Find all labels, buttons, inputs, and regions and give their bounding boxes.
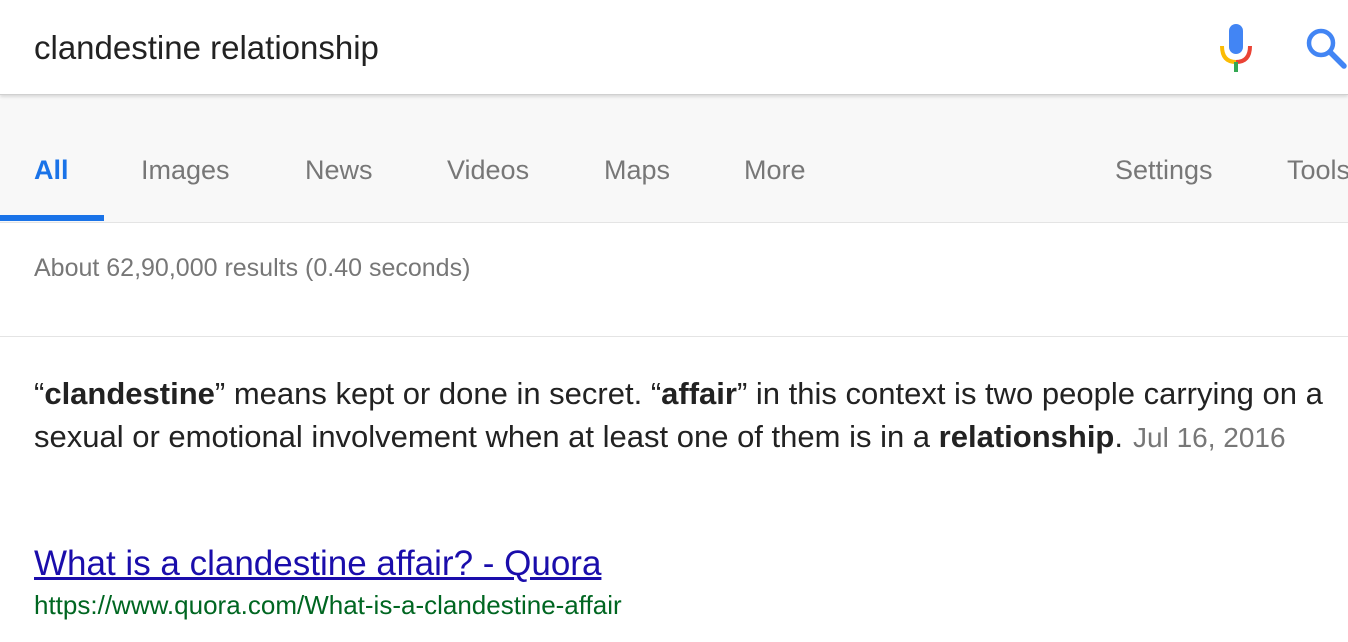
- search-tabs: All Images News Videos Maps More Setting…: [0, 95, 1348, 223]
- result-title-link[interactable]: What is a clandestine affair? - Quora: [34, 544, 601, 584]
- tab-more[interactable]: More: [744, 155, 806, 186]
- tab-settings[interactable]: Settings: [1115, 155, 1213, 186]
- results-stats: About 62,90,000 results (0.40 seconds): [34, 254, 471, 282]
- tab-tools[interactable]: Tools: [1287, 155, 1348, 186]
- divider: [0, 336, 1348, 337]
- active-tab-indicator: [0, 215, 104, 221]
- tab-maps[interactable]: Maps: [604, 155, 670, 186]
- snippet-text-3: .: [1114, 419, 1123, 454]
- snippet-quote-open: “: [34, 376, 45, 411]
- snippet-date: Jul 16, 2016: [1133, 422, 1286, 453]
- tab-videos[interactable]: Videos: [447, 155, 529, 186]
- microphone-icon[interactable]: [1217, 22, 1255, 74]
- search-icon[interactable]: [1304, 26, 1348, 70]
- snippet-term-relationship: relationship: [938, 419, 1115, 454]
- snippet-text-1: ” means kept or done in secret. “: [214, 376, 662, 411]
- tab-all[interactable]: All: [34, 155, 69, 186]
- tab-news[interactable]: News: [305, 155, 373, 186]
- snippet-term-clandestine: clandestine: [44, 376, 215, 411]
- tab-images[interactable]: Images: [141, 155, 230, 186]
- featured-snippet: “clandestine” means kept or done in secr…: [34, 372, 1324, 459]
- search-bar: [0, 0, 1348, 95]
- snippet-term-affair: affair: [661, 376, 737, 411]
- search-input[interactable]: [34, 24, 1154, 72]
- result-url: https://www.quora.com/What-is-a-clandest…: [34, 590, 622, 620]
